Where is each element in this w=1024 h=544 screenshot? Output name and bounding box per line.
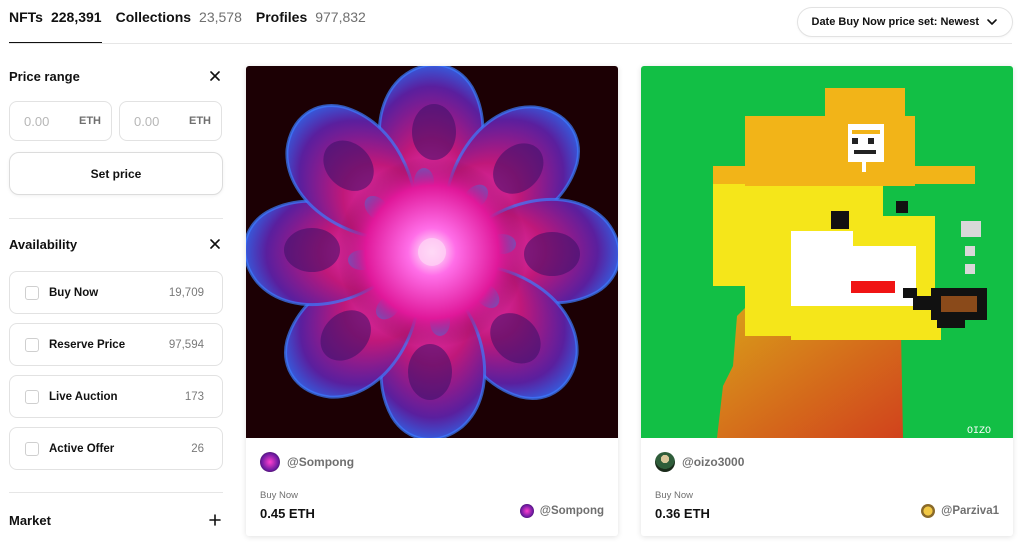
nft-card[interactable]: @Sompong Buy Now 0.45 ETH @Sompong	[246, 66, 618, 536]
market-header[interactable]: Market	[9, 510, 223, 530]
tab-collections[interactable]: Collections 23,578	[116, 0, 242, 33]
owner-row[interactable]: @Parziva1	[921, 504, 999, 518]
filter-reserve-price[interactable]: Reserve Price 97,594	[9, 323, 223, 366]
filter-count: 19,709	[168, 286, 204, 299]
creator-row[interactable]: @oizo3000	[655, 452, 744, 472]
section-divider	[9, 492, 223, 493]
price-range-title: Price range	[9, 68, 80, 84]
avatar	[260, 452, 280, 472]
tab-count: 228,391	[50, 8, 102, 25]
creator-handle[interactable]: @oizo3000	[682, 455, 744, 469]
section-divider	[9, 218, 223, 219]
filter-label: Buy Now	[49, 286, 99, 299]
top-bar: NFTs 228,391 Collections 23,578 Profiles…	[0, 0, 1024, 44]
checkbox[interactable]	[25, 285, 39, 300]
tab-label: Profiles	[255, 8, 308, 25]
currency-label: ETH	[79, 115, 101, 127]
max-price-input[interactable]	[134, 113, 184, 129]
checkbox[interactable]	[25, 389, 39, 404]
sale-status: Buy Now	[260, 490, 299, 501]
price: 0.45 ETH	[260, 506, 315, 521]
tab-count: 23,578	[199, 8, 242, 25]
nft-card[interactable]: OIZO @oizo3000 Buy Now 0.36 ETH @Parziva…	[641, 66, 1013, 536]
avatar	[655, 452, 675, 472]
filter-buy-now[interactable]: Buy Now 19,709	[9, 271, 223, 314]
tab-profiles[interactable]: Profiles 977,832	[256, 0, 366, 33]
market-title: Market	[9, 512, 51, 528]
avatar	[921, 504, 936, 518]
tab-nfts[interactable]: NFTs 228,391	[9, 0, 102, 44]
availability-title: Availability	[9, 236, 78, 252]
checkbox[interactable]	[25, 441, 39, 456]
min-price-field[interactable]: ETH	[9, 101, 112, 141]
availability-header: Availability	[9, 234, 223, 254]
plus-icon[interactable]	[207, 512, 223, 528]
artwork-signature: OIZO	[967, 426, 991, 437]
price-range-header: Price range	[9, 66, 223, 86]
sort-dropdown[interactable]: Date Buy Now price set: Newest	[796, 7, 1013, 37]
owner-handle[interactable]: @Sompong	[540, 505, 604, 517]
filter-count: 26	[191, 442, 204, 455]
filter-active-offer[interactable]: Active Offer 26	[9, 427, 223, 470]
filter-live-auction[interactable]: Live Auction 173	[9, 375, 223, 418]
avatar	[519, 504, 534, 518]
sale-status: Buy Now	[655, 490, 694, 501]
price-inputs: ETH ETH	[9, 101, 223, 141]
tab-label: Collections	[115, 8, 192, 25]
availability-list: Buy Now 19,709 Reserve Price 97,594 Live…	[9, 271, 223, 479]
price: 0.36 ETH	[655, 506, 710, 521]
tab-count: 977,832	[315, 8, 366, 25]
filter-label: Active Offer	[49, 442, 115, 455]
filter-label: Live Auction	[49, 390, 118, 403]
sort-label: Date Buy Now price set: Newest	[811, 16, 980, 28]
min-price-input[interactable]	[24, 113, 74, 129]
checkbox[interactable]	[25, 337, 39, 352]
max-price-field[interactable]: ETH	[119, 101, 222, 141]
tab-divider	[9, 43, 1012, 44]
tab-label: NFTs	[9, 8, 43, 25]
nft-artwork-flower[interactable]	[246, 66, 618, 438]
filter-count: 173	[184, 390, 204, 403]
set-price-button[interactable]: Set price	[9, 152, 223, 195]
filter-label: Reserve Price	[49, 338, 126, 351]
creator-row[interactable]: @Sompong	[260, 452, 354, 472]
currency-label: ETH	[189, 115, 211, 127]
owner-handle[interactable]: @Parziva1	[941, 505, 999, 517]
filter-count: 97,594	[168, 338, 204, 351]
close-icon[interactable]	[207, 236, 223, 252]
result-tabs: NFTs 228,391 Collections 23,578 Profiles…	[9, 0, 366, 44]
creator-handle[interactable]: @Sompong	[287, 455, 354, 469]
close-icon[interactable]	[207, 68, 223, 84]
owner-row[interactable]: @Sompong	[519, 504, 604, 518]
nft-artwork-pixel-duck[interactable]: OIZO	[641, 66, 1013, 438]
chevron-down-icon	[987, 19, 997, 25]
